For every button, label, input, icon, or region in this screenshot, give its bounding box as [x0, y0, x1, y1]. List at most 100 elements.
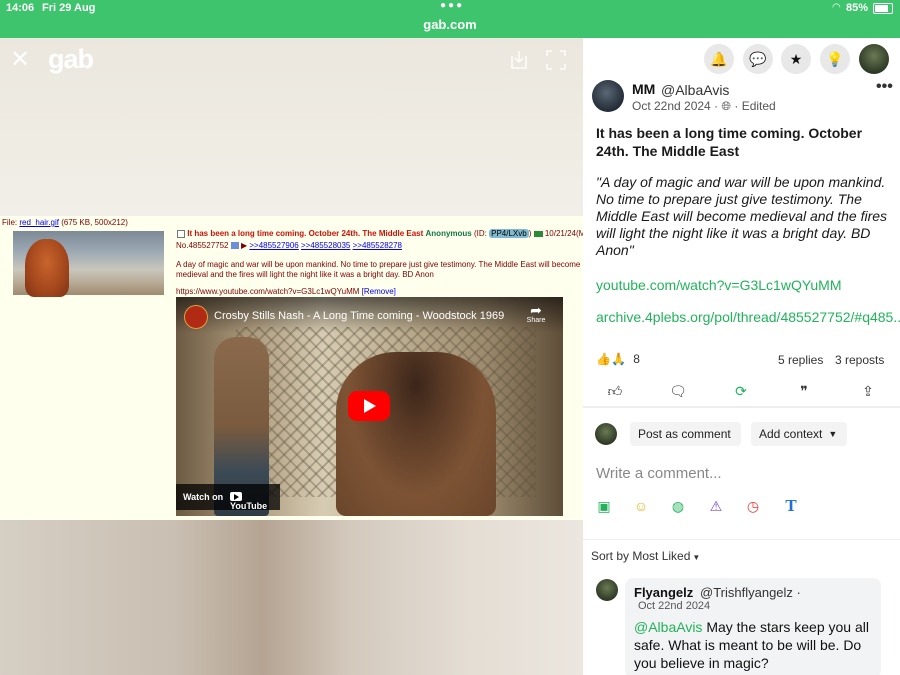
address-bar-url[interactable]: gab.com	[0, 17, 900, 32]
wifi-icon: ◠	[832, 2, 841, 13]
repost-icon[interactable]: ⟳	[729, 380, 753, 402]
composer-toolbar: ▣ ☺ ◍ ⚠ ◷ T	[583, 495, 900, 519]
viewer-backdrop-bottom	[0, 520, 583, 675]
chan-post-number: No.485527752	[176, 241, 229, 250]
chan-post-number-line: No.485527752 ▶ >>485527906 >>485528035 >…	[176, 241, 402, 250]
composer-avatar	[595, 423, 617, 445]
more-options-icon[interactable]: •••	[876, 78, 893, 96]
play-icon	[348, 391, 390, 421]
file-meta: (675 KB, 500x212)	[61, 218, 128, 227]
post-title: It has been a long time coming. October …	[596, 125, 863, 159]
share-icon[interactable]: ⇪	[856, 380, 880, 402]
post-thumbnail	[13, 231, 164, 297]
pray-icon: 🙏	[610, 352, 626, 366]
download-icon[interactable]	[510, 50, 528, 70]
top-nav-icons: 🔔 💬 ★ 💡	[583, 38, 900, 82]
file-info: File: red_hair.gif (675 KB, 500x212)	[2, 218, 128, 227]
comment-input[interactable]: Write a comment...	[596, 465, 722, 482]
add-context-label: Add context	[759, 427, 823, 441]
replies-count[interactable]: 5 replies	[778, 353, 823, 367]
reply-author-name[interactable]: Flyangelz	[634, 585, 693, 600]
image-icon[interactable]: ▣	[595, 497, 613, 515]
status-bar: 14:06 Fri 29 Aug ●●● gab.com ◠ 85%	[0, 0, 900, 38]
chan-youtube-url: https://www.youtube.com/watch?v=G3Lc1wQY…	[176, 287, 396, 296]
chan-reply-ref: >>485528278	[352, 241, 402, 250]
add-context-button[interactable]: Add context ▼	[751, 422, 847, 446]
author-handle[interactable]: @AlbaAvis	[661, 82, 729, 98]
globe-icon[interactable]: ◍	[669, 497, 687, 515]
file-name-link: red_hair.gif	[19, 218, 59, 227]
post-as-comment-button[interactable]: Post as comment	[630, 422, 741, 446]
chan-subject: It has been a long time coming. October …	[187, 229, 424, 238]
sort-label: Sort by Most Liked	[591, 549, 691, 563]
divider	[583, 539, 900, 540]
post-body: "A day of magic and war will be upon man…	[596, 174, 888, 258]
close-icon[interactable]: ✕	[10, 48, 30, 72]
post-meta: Oct 22nd 2024 · 🌐︎ · Edited	[632, 99, 776, 114]
divider	[583, 406, 900, 408]
chan-post-body: A day of magic and war will be upon mank…	[176, 260, 581, 279]
chan-id-prefix: (ID:	[473, 229, 487, 238]
edited-label: · Edited	[734, 99, 776, 113]
video-title: Crosby Stills Nash - A Long Time coming …	[214, 310, 505, 322]
reply-date[interactable]: Oct 22nd 2024	[638, 600, 710, 612]
reply-avatar[interactable]	[596, 579, 618, 601]
gab-logo[interactable]: gab	[48, 44, 94, 75]
battery-icon	[873, 3, 893, 14]
channel-avatar	[184, 305, 208, 329]
chat-icon[interactable]: 💬	[743, 44, 773, 74]
youtube-label: YouTube	[230, 501, 268, 512]
meta-separator: ·	[714, 99, 719, 113]
comment-icon[interactable]: 🗨︎	[666, 380, 690, 402]
bell-icon[interactable]: 🔔	[704, 44, 734, 74]
quote-icon[interactable]: ❞	[792, 380, 816, 402]
chan-remove-link: [Remove]	[361, 287, 396, 296]
globe-icon: 🌐︎	[721, 99, 732, 113]
star-icon[interactable]: ★	[781, 44, 811, 74]
warning-icon[interactable]: ⚠	[707, 497, 725, 515]
emoji-icon[interactable]: ☺	[632, 497, 650, 515]
image-search-icon	[230, 242, 239, 250]
author-name[interactable]: MM	[632, 81, 655, 97]
reaction-count: 8	[633, 352, 640, 366]
status-date: Fri 29 Aug	[42, 2, 96, 14]
reply-mention[interactable]: @AlbaAvis	[634, 619, 702, 635]
share-icon: ➦	[530, 302, 542, 318]
file-label: File:	[2, 218, 18, 227]
watch-on-youtube: Watch on YouTube	[176, 484, 280, 512]
chan-reply-ref: >>485527906	[249, 241, 299, 250]
archive-link[interactable]: archive.4plebs.org/pol/thread/485527752/…	[596, 309, 900, 326]
attached-image[interactable]: File: red_hair.gif (675 KB, 500x212) It …	[0, 216, 583, 520]
post-action-bar: 👍︎ 🗨︎ ⟳ ❞ ⇪	[583, 376, 900, 408]
media-viewer: ✕ gab File: red_hair.gif (675 KB, 500x21…	[0, 38, 583, 675]
status-time: 14:06	[6, 2, 35, 14]
chan-datetime: 10/21/24(M	[544, 229, 583, 238]
battery-percent: 85%	[846, 2, 869, 14]
reply-body: @AlbaAvis May the stars keep you all saf…	[634, 618, 876, 672]
timer-icon[interactable]: ◷	[744, 497, 762, 515]
post-detail-panel: 🔔 💬 ★ 💡 MM @AlbaAvis Oct 22nd 2024 · 🌐︎ …	[583, 38, 900, 675]
chan-arrow: ▶	[240, 241, 248, 250]
caret-down-icon: ▼	[692, 553, 701, 562]
reply-author-handle[interactable]: @Trishflyangelz ·	[700, 585, 801, 600]
text-format-icon[interactable]: T	[782, 496, 800, 515]
caret-down-icon: ▼	[828, 429, 838, 439]
lightbulb-icon[interactable]: 💡	[820, 44, 850, 74]
like-icon[interactable]: 👍︎	[603, 380, 627, 402]
multitask-dots[interactable]: ●●●	[440, 0, 464, 11]
profile-avatar[interactable]	[859, 44, 889, 74]
chan-name: Anonymous	[425, 229, 472, 238]
chan-poster-id: PP4/LXvb	[489, 229, 529, 238]
youtube-link[interactable]: youtube.com/watch?v=G3Lc1wQYuMM	[596, 277, 842, 293]
reposts-count[interactable]: 3 reposts	[835, 353, 884, 367]
flag-icon	[533, 230, 543, 237]
chan-yt-link: https://www.youtube.com/watch?v=G3Lc1wQY…	[176, 287, 360, 296]
fullscreen-icon[interactable]	[546, 50, 566, 70]
watch-on-label: Watch on	[183, 492, 224, 502]
youtube-icon	[230, 492, 242, 502]
post-checkbox	[177, 229, 185, 238]
sort-dropdown[interactable]: Sort by Most Liked ▼	[591, 549, 700, 563]
post-date[interactable]: Oct 22nd 2024	[632, 99, 711, 113]
author-avatar[interactable]	[592, 80, 624, 112]
reaction-summary[interactable]: 👍🙏 8	[596, 352, 640, 366]
